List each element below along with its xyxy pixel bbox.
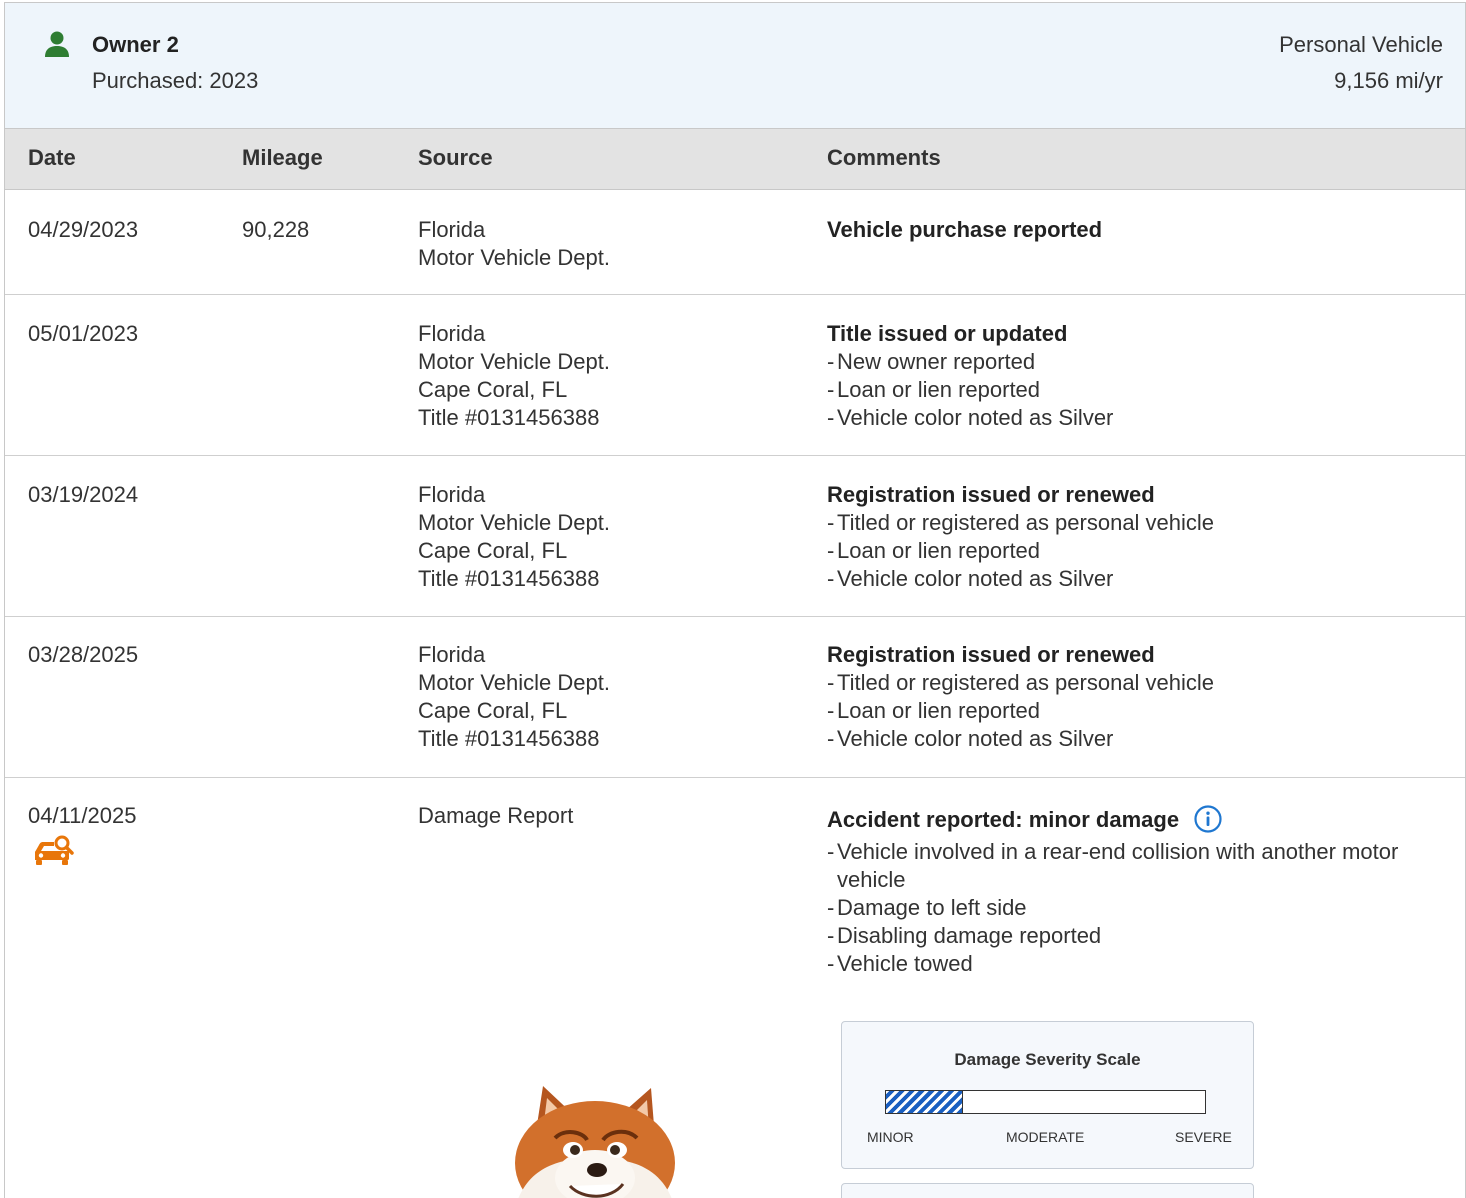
info-icon[interactable]: [1193, 804, 1223, 834]
comment-line: - Vehicle towed: [827, 951, 973, 976]
row-comments: Vehicle purchase reported: [827, 216, 1447, 244]
row-date: 05/01/2023: [28, 321, 139, 346]
mileage-per-year: 9,156 mi/yr: [1334, 68, 1443, 93]
comment-line: - Vehicle color noted as Silver: [827, 405, 1114, 430]
source-line: Cape Coral, FL: [418, 377, 568, 402]
column-date: Date: [28, 145, 76, 170]
comment-title: Vehicle purchase reported: [827, 217, 1103, 242]
table-row: 03/19/2024 Florida Motor Vehicle Dept. C…: [5, 456, 1465, 617]
comment-title: Accident reported: minor damage: [827, 807, 1180, 832]
severity-label-moderate: MODERATE: [1006, 1129, 1085, 1145]
severity-label-severe: SEVERE: [1175, 1129, 1232, 1145]
owner-header: Owner 2 Purchased: 2023 Personal Vehicle…: [5, 3, 1465, 129]
row-comments: Registration issued or renewed - Titled o…: [827, 641, 1447, 753]
comment-line: - Loan or lien reported: [827, 377, 1041, 402]
comment-title: Title issued or updated: [827, 321, 1068, 346]
row-source: Florida Motor Vehicle Dept. Cape Coral, …: [418, 481, 610, 593]
column-source: Source: [418, 145, 493, 170]
column-comments: Comments: [827, 145, 941, 170]
source-line: Motor Vehicle Dept.: [418, 510, 610, 535]
comment-line: - Titled or registered as personal vehicl…: [827, 670, 1215, 695]
severity-label-minor: MINOR: [867, 1129, 914, 1145]
damage-severity-title: Damage Severity Scale: [954, 1050, 1141, 1069]
comment-line: - Disabling damage reported: [827, 923, 1102, 948]
damage-severity-fill: [886, 1091, 963, 1113]
table-row: 04/29/2023 90,228 Florida Motor Vehicle …: [5, 190, 1465, 295]
source-line: Title #0131456388: [418, 566, 600, 591]
row-comments: Registration issued or renewed - Titled o…: [827, 481, 1447, 593]
row-mileage: 90,228: [242, 217, 310, 242]
comment-line: - Vehicle involved in a rear-end collisio…: [827, 839, 1399, 892]
table-header: Date Mileage Source Comments: [5, 129, 1465, 190]
source-line: Cape Coral, FL: [418, 698, 568, 723]
row-date: 04/11/2025: [28, 803, 137, 828]
person-icon: [45, 31, 69, 57]
source-line: Damage Report: [418, 803, 574, 828]
source-line: Motor Vehicle Dept.: [418, 245, 610, 270]
comment-line: - Loan or lien reported: [827, 698, 1041, 723]
column-mileage: Mileage: [242, 145, 323, 170]
car-damage-search-icon: [35, 835, 74, 865]
next-panel: [841, 1183, 1254, 1198]
owner-title: Owner 2: [92, 32, 179, 57]
owner-purchased: Purchased: 2023: [92, 68, 259, 93]
damage-severity-bar: [885, 1090, 1206, 1114]
row-source: Florida Motor Vehicle Dept. Cape Coral, …: [418, 641, 610, 753]
comment-line: - Loan or lien reported: [827, 538, 1041, 563]
fox-mascot-image: [515, 1086, 675, 1198]
source-line: Title #0131456388: [418, 405, 600, 430]
comment-line: - Titled or registered as personal vehicl…: [827, 510, 1215, 535]
source-line: Cape Coral, FL: [418, 538, 568, 563]
comment-line: - Vehicle color noted as Silver: [827, 726, 1114, 751]
comment-line: - Vehicle color noted as Silver: [827, 566, 1114, 591]
source-line: Florida: [418, 217, 486, 242]
comment-line: - New owner reported: [827, 349, 1036, 374]
row-comments: Title issued or updated - New owner repor…: [827, 320, 1447, 432]
comment-title: Registration issued or renewed: [827, 642, 1155, 667]
comment-line: - Damage to left side: [827, 895, 1027, 920]
source-line: Motor Vehicle Dept.: [418, 670, 610, 695]
comment-title: Registration issued or renewed: [827, 482, 1155, 507]
row-date: 03/28/2025: [28, 642, 139, 667]
vehicle-history-panel: Owner 2 Purchased: 2023 Personal Vehicle…: [4, 2, 1466, 1198]
row-source: Florida Motor Vehicle Dept. Cape Coral, …: [418, 320, 610, 432]
row-source: Florida Motor Vehicle Dept.: [418, 216, 610, 272]
source-line: Florida: [418, 321, 486, 346]
table-row: 03/28/2025 Florida Motor Vehicle Dept. C…: [5, 617, 1465, 778]
row-comments: Accident reported: minor damage - Vehicle…: [827, 804, 1447, 978]
row-date: 03/19/2024: [28, 482, 139, 507]
source-line: Motor Vehicle Dept.: [418, 349, 610, 374]
table-row: 05/01/2023 Florida Motor Vehicle Dept. C…: [5, 295, 1465, 456]
source-line: Florida: [418, 482, 486, 507]
damage-severity-scale: Damage Severity Scale MINOR MODERATE SEV…: [841, 1021, 1254, 1169]
vehicle-type: Personal Vehicle: [1279, 32, 1443, 57]
source-line: Florida: [418, 642, 486, 667]
source-line: Title #0131456388: [418, 726, 600, 751]
row-source: Damage Report: [418, 802, 573, 830]
row-date: 04/29/2023: [28, 217, 139, 242]
